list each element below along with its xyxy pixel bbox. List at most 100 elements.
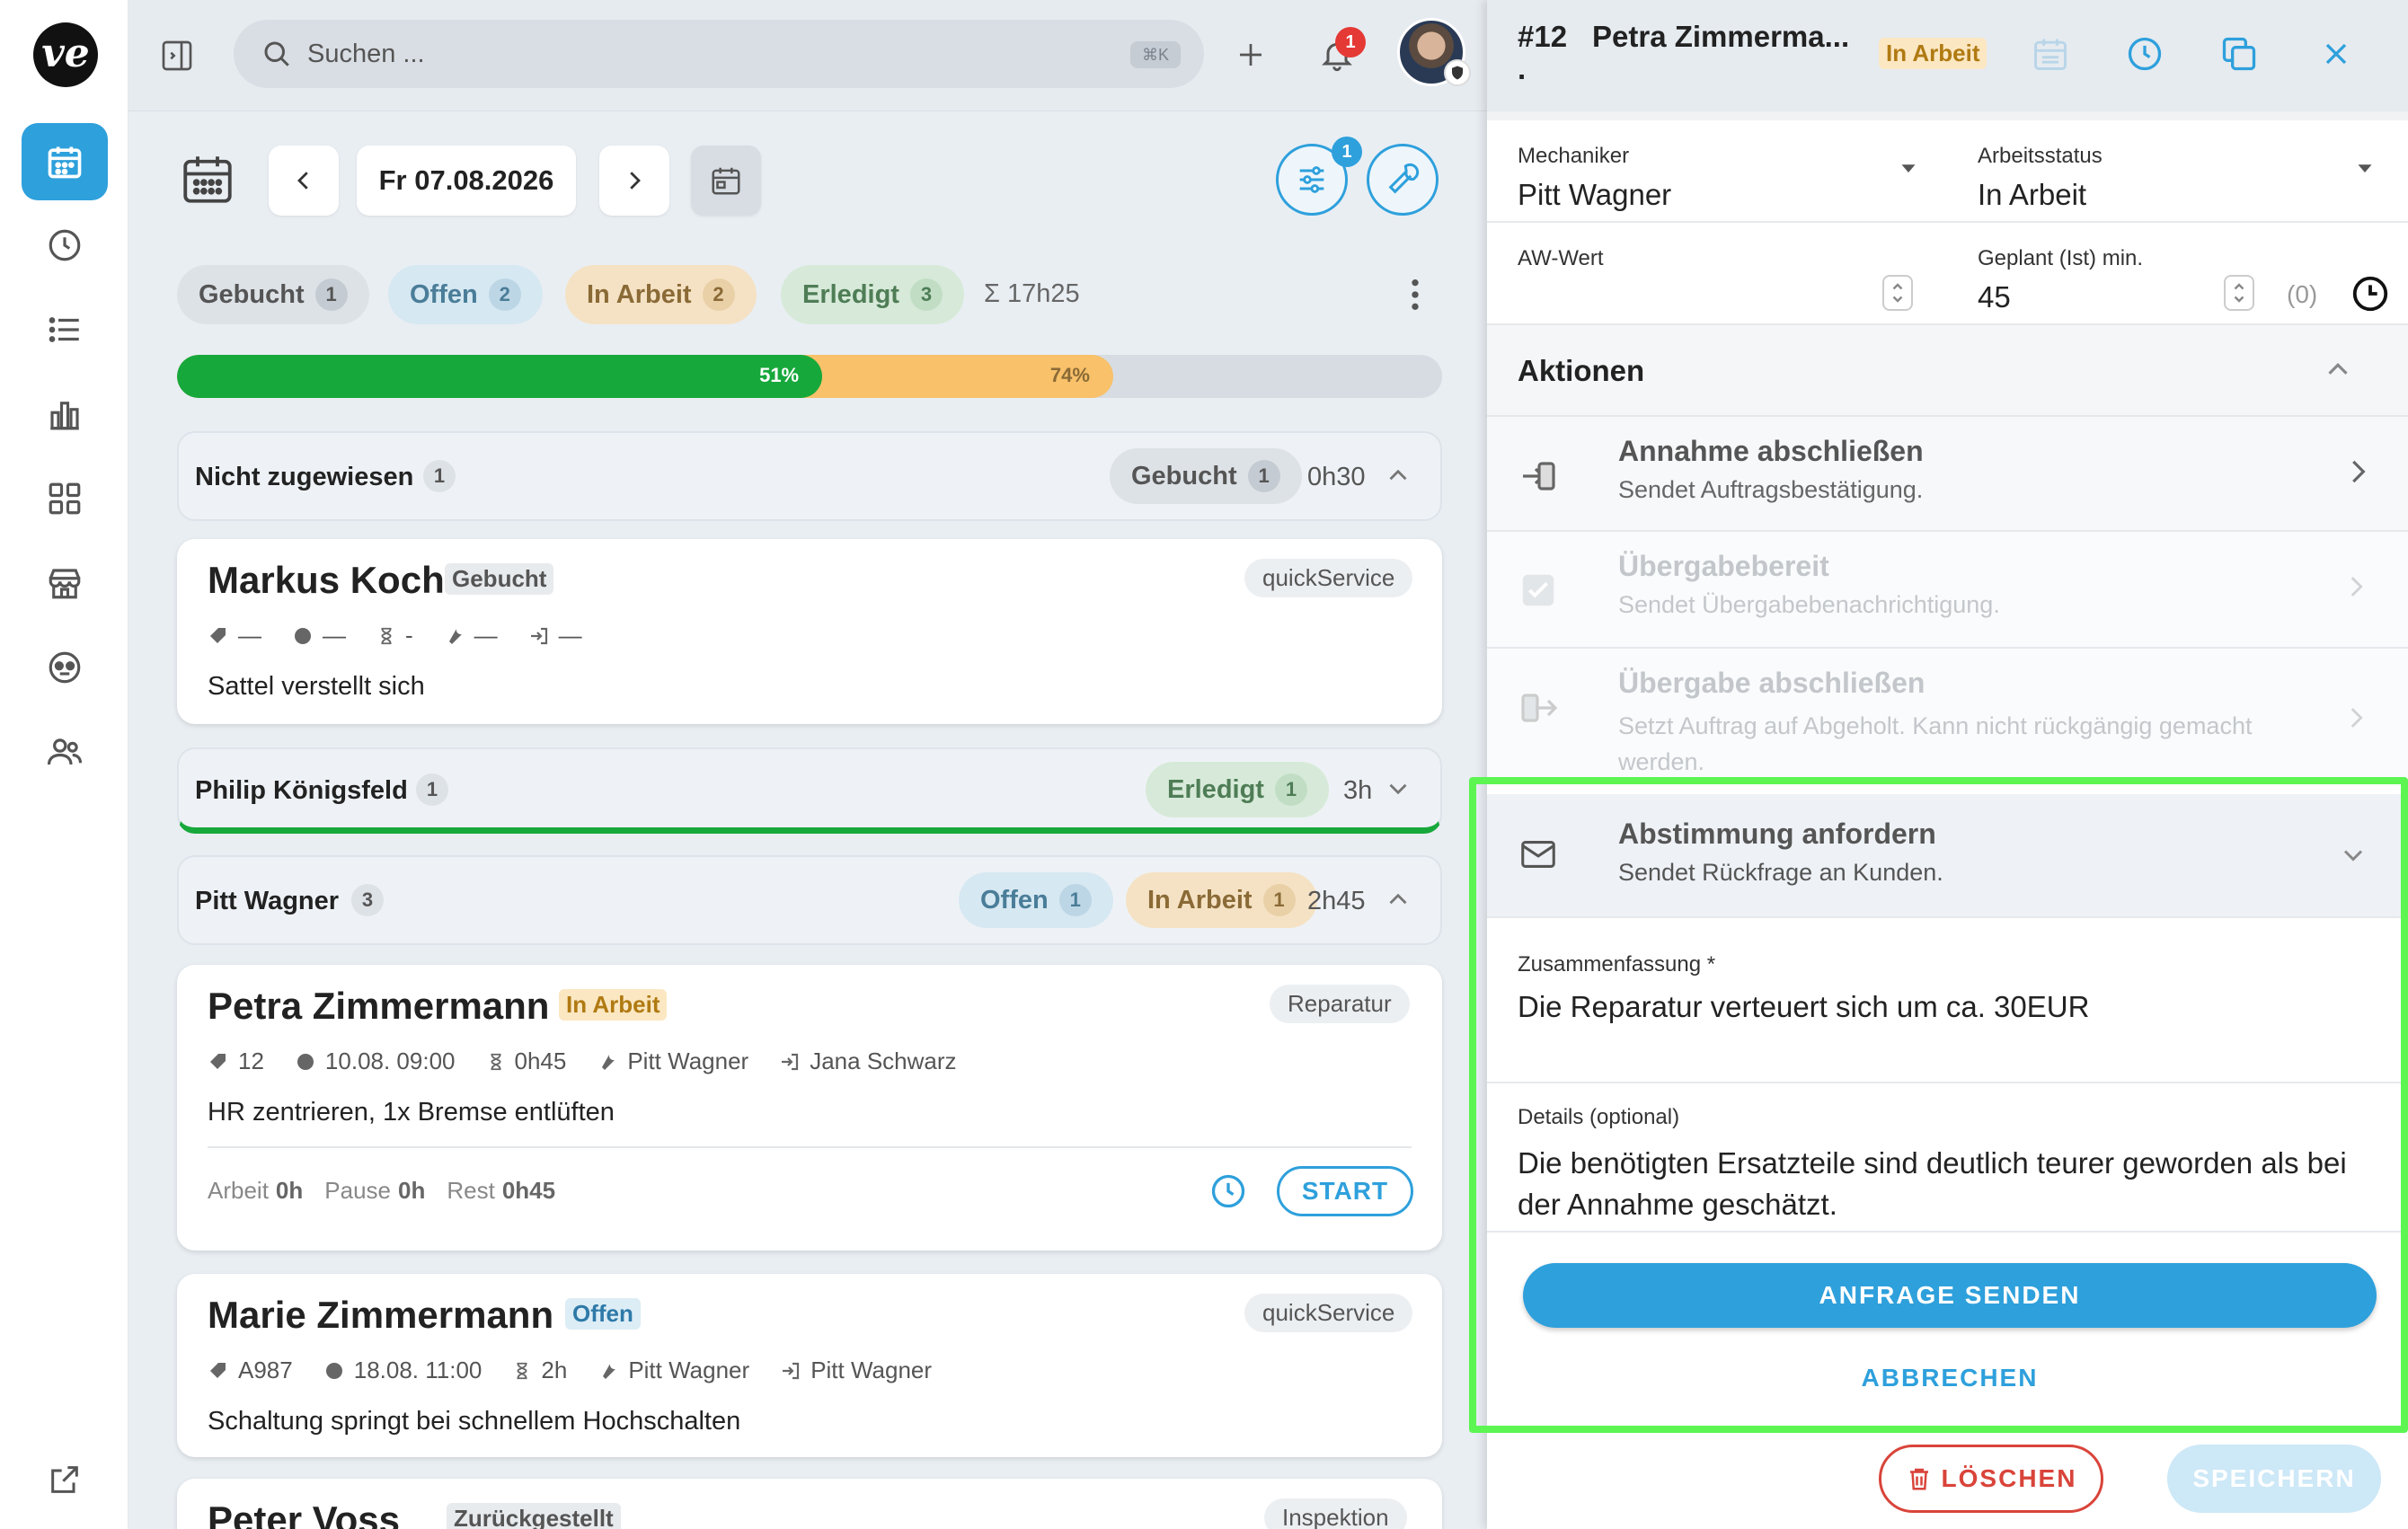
chevron-right-icon [2341,455,2375,489]
stepper-icon[interactable] [1882,275,1913,311]
save-button[interactable]: SPEICHERN [2167,1445,2381,1513]
actions-header[interactable]: Aktionen [1487,325,2408,415]
appointment-card-petra[interactable]: Petra Zimmermann In Arbeit Reparatur 12 … [177,965,1442,1251]
app-logo[interactable]: ve [33,22,98,87]
arbeit-label: Arbeit [208,1177,269,1204]
card-description: HR zentrieren, 1x Bremse entlüften [208,1098,615,1127]
prev-day-button[interactable] [269,146,339,216]
sidebar-toggle-icon[interactable] [155,34,199,77]
action-title: Annahme abschließen [1618,435,1924,467]
appointment-card-markus[interactable]: Markus Koch Gebucht quickService — — - —… [177,539,1442,724]
calendar-icon[interactable] [2031,34,2070,74]
checkbox-icon [1518,570,1559,611]
calendar-grid-icon[interactable] [175,146,240,211]
today-calendar-icon[interactable] [691,146,761,216]
chip-label: Gebucht [1131,461,1237,491]
chevron-right-icon [2341,703,2371,733]
chip-erledigt[interactable]: Erledigt 3 [781,265,964,324]
chip-offen[interactable]: Offen 2 [388,265,543,324]
meta-date: 18.08. 11:00 [353,1357,482,1383]
clock-icon[interactable] [22,207,108,284]
group-count: 1 [423,460,456,492]
search-shortcut: ⌘K [1130,41,1181,68]
logout-icon [1518,686,1561,729]
panel-title-id: #12 [1518,20,1568,53]
appointment-card-marie[interactable]: Marie Zimmermann Offen quickService A987… [177,1274,1442,1457]
meta-date: — [323,622,346,649]
chart-icon[interactable] [22,376,108,453]
next-day-button[interactable] [599,146,669,216]
group-philip[interactable]: Philip Königsfeld 1 Erledigt 1 3h [177,747,1442,834]
start-button[interactable]: START [1277,1166,1413,1216]
service-tag: Reparatur [1270,985,1410,1023]
search-input[interactable]: Suchen ... ⌘K [234,20,1204,88]
chevron-up-icon[interactable] [2321,352,2355,386]
grid-icon[interactable] [22,460,108,537]
chip-count: 2 [488,278,521,311]
dropdown-arrow-icon[interactable] [2351,155,2378,181]
group-status-chip-offen: Offen 1 [959,872,1113,928]
support-icon[interactable] [22,629,108,706]
chip-label: Gebucht [199,279,305,309]
current-date[interactable]: Fr 07.08.2026 [357,146,576,216]
action-uebergabebereit[interactable]: Übergabebereit Sendet Übergabebenachrich… [1487,530,2408,647]
workstatus-select[interactable]: Arbeitsstatus In Arbeit [1978,144,2103,212]
chip-label: Offen [410,279,478,309]
chevron-down-icon[interactable] [1383,773,1413,804]
pause-value: 0h [398,1177,426,1204]
dropdown-arrow-icon[interactable] [1895,155,1922,181]
search-placeholder: Suchen ... [307,39,425,68]
service-tag: Inspektion [1264,1498,1407,1529]
calendar-icon[interactable] [22,123,108,200]
action-uebergabe-abschliessen[interactable]: Übergabe abschließen Setzt Auftrag auf A… [1487,647,2408,782]
chip-count: 1 [1274,773,1307,806]
field-value [1518,280,1604,314]
card-description: Sattel verstellt sich [208,672,425,701]
close-icon[interactable] [2318,36,2354,72]
meta-mechanic: Pitt Wagner [627,1047,749,1074]
panel-title-dot: . [1518,52,1527,85]
meta-id: 12 [238,1047,264,1074]
clock-icon[interactable] [1208,1171,1248,1211]
stepper-icon[interactable] [2224,275,2254,311]
chip-in-arbeit[interactable]: In Arbeit 2 [565,265,757,324]
login-icon [528,625,550,647]
chip-gebucht[interactable]: Gebucht 1 [177,265,369,324]
group-time: 2h45 [1307,887,1366,915]
action-title: Übergabe abschließen [1618,667,1926,699]
action-annahme-abschliessen[interactable]: Annahme abschließen Sendet Auftragsbestä… [1487,415,2408,530]
store-icon[interactable] [22,544,108,622]
group-unassigned[interactable]: Nicht zugewiesen 1 Gebucht 1 0h30 [177,431,1442,521]
copy-icon[interactable] [2219,34,2259,74]
external-link-icon[interactable] [22,1441,108,1518]
meta-id: — [238,622,261,649]
group-status-chip-in-arbeit: In Arbeit 1 [1126,872,1317,928]
chip-label: Erledigt [1167,774,1264,804]
chevron-up-icon[interactable] [1383,460,1413,491]
clock-icon[interactable] [2350,273,2391,314]
tag-icon [208,1051,229,1073]
group-pitt-wagner[interactable]: Pitt Wagner 3 Offen 1 In Arbeit 1 2h45 [177,855,1442,945]
delete-button[interactable]: LÖSCHEN [1879,1445,2103,1513]
meta-customer: — [558,622,582,649]
aw-value-field[interactable]: AW-Wert [1518,246,1604,314]
more-vertical-icon[interactable] [1397,274,1433,315]
mechanic-select[interactable]: Mechaniker Pitt Wagner [1518,144,1671,212]
chevron-up-icon[interactable] [1383,884,1413,915]
planned-minutes-field[interactable]: Geplant (Ist) min. 45 [1978,246,2143,314]
search-icon [261,38,293,70]
appointment-card-peter[interactable]: Peter Voss Zurückgestellt Inspektion [177,1479,1442,1529]
add-icon[interactable] [1230,34,1271,75]
arbeit-value: 0h [275,1177,304,1204]
wrench-icon[interactable] [1367,144,1439,216]
group-time: 0h30 [1307,463,1366,491]
chip-label: In Arbeit [1147,885,1253,915]
users-icon[interactable] [22,713,108,791]
list-icon[interactable] [22,291,108,368]
clock-icon[interactable] [2125,34,2165,74]
panel-status-badge: In Arbeit [1879,38,1987,69]
field-value: 45 [1978,280,2011,314]
meta-customer: Pitt Wagner [810,1357,933,1383]
field-value: Pitt Wagner [1518,178,1672,211]
status-badge: Offen [565,1298,641,1330]
